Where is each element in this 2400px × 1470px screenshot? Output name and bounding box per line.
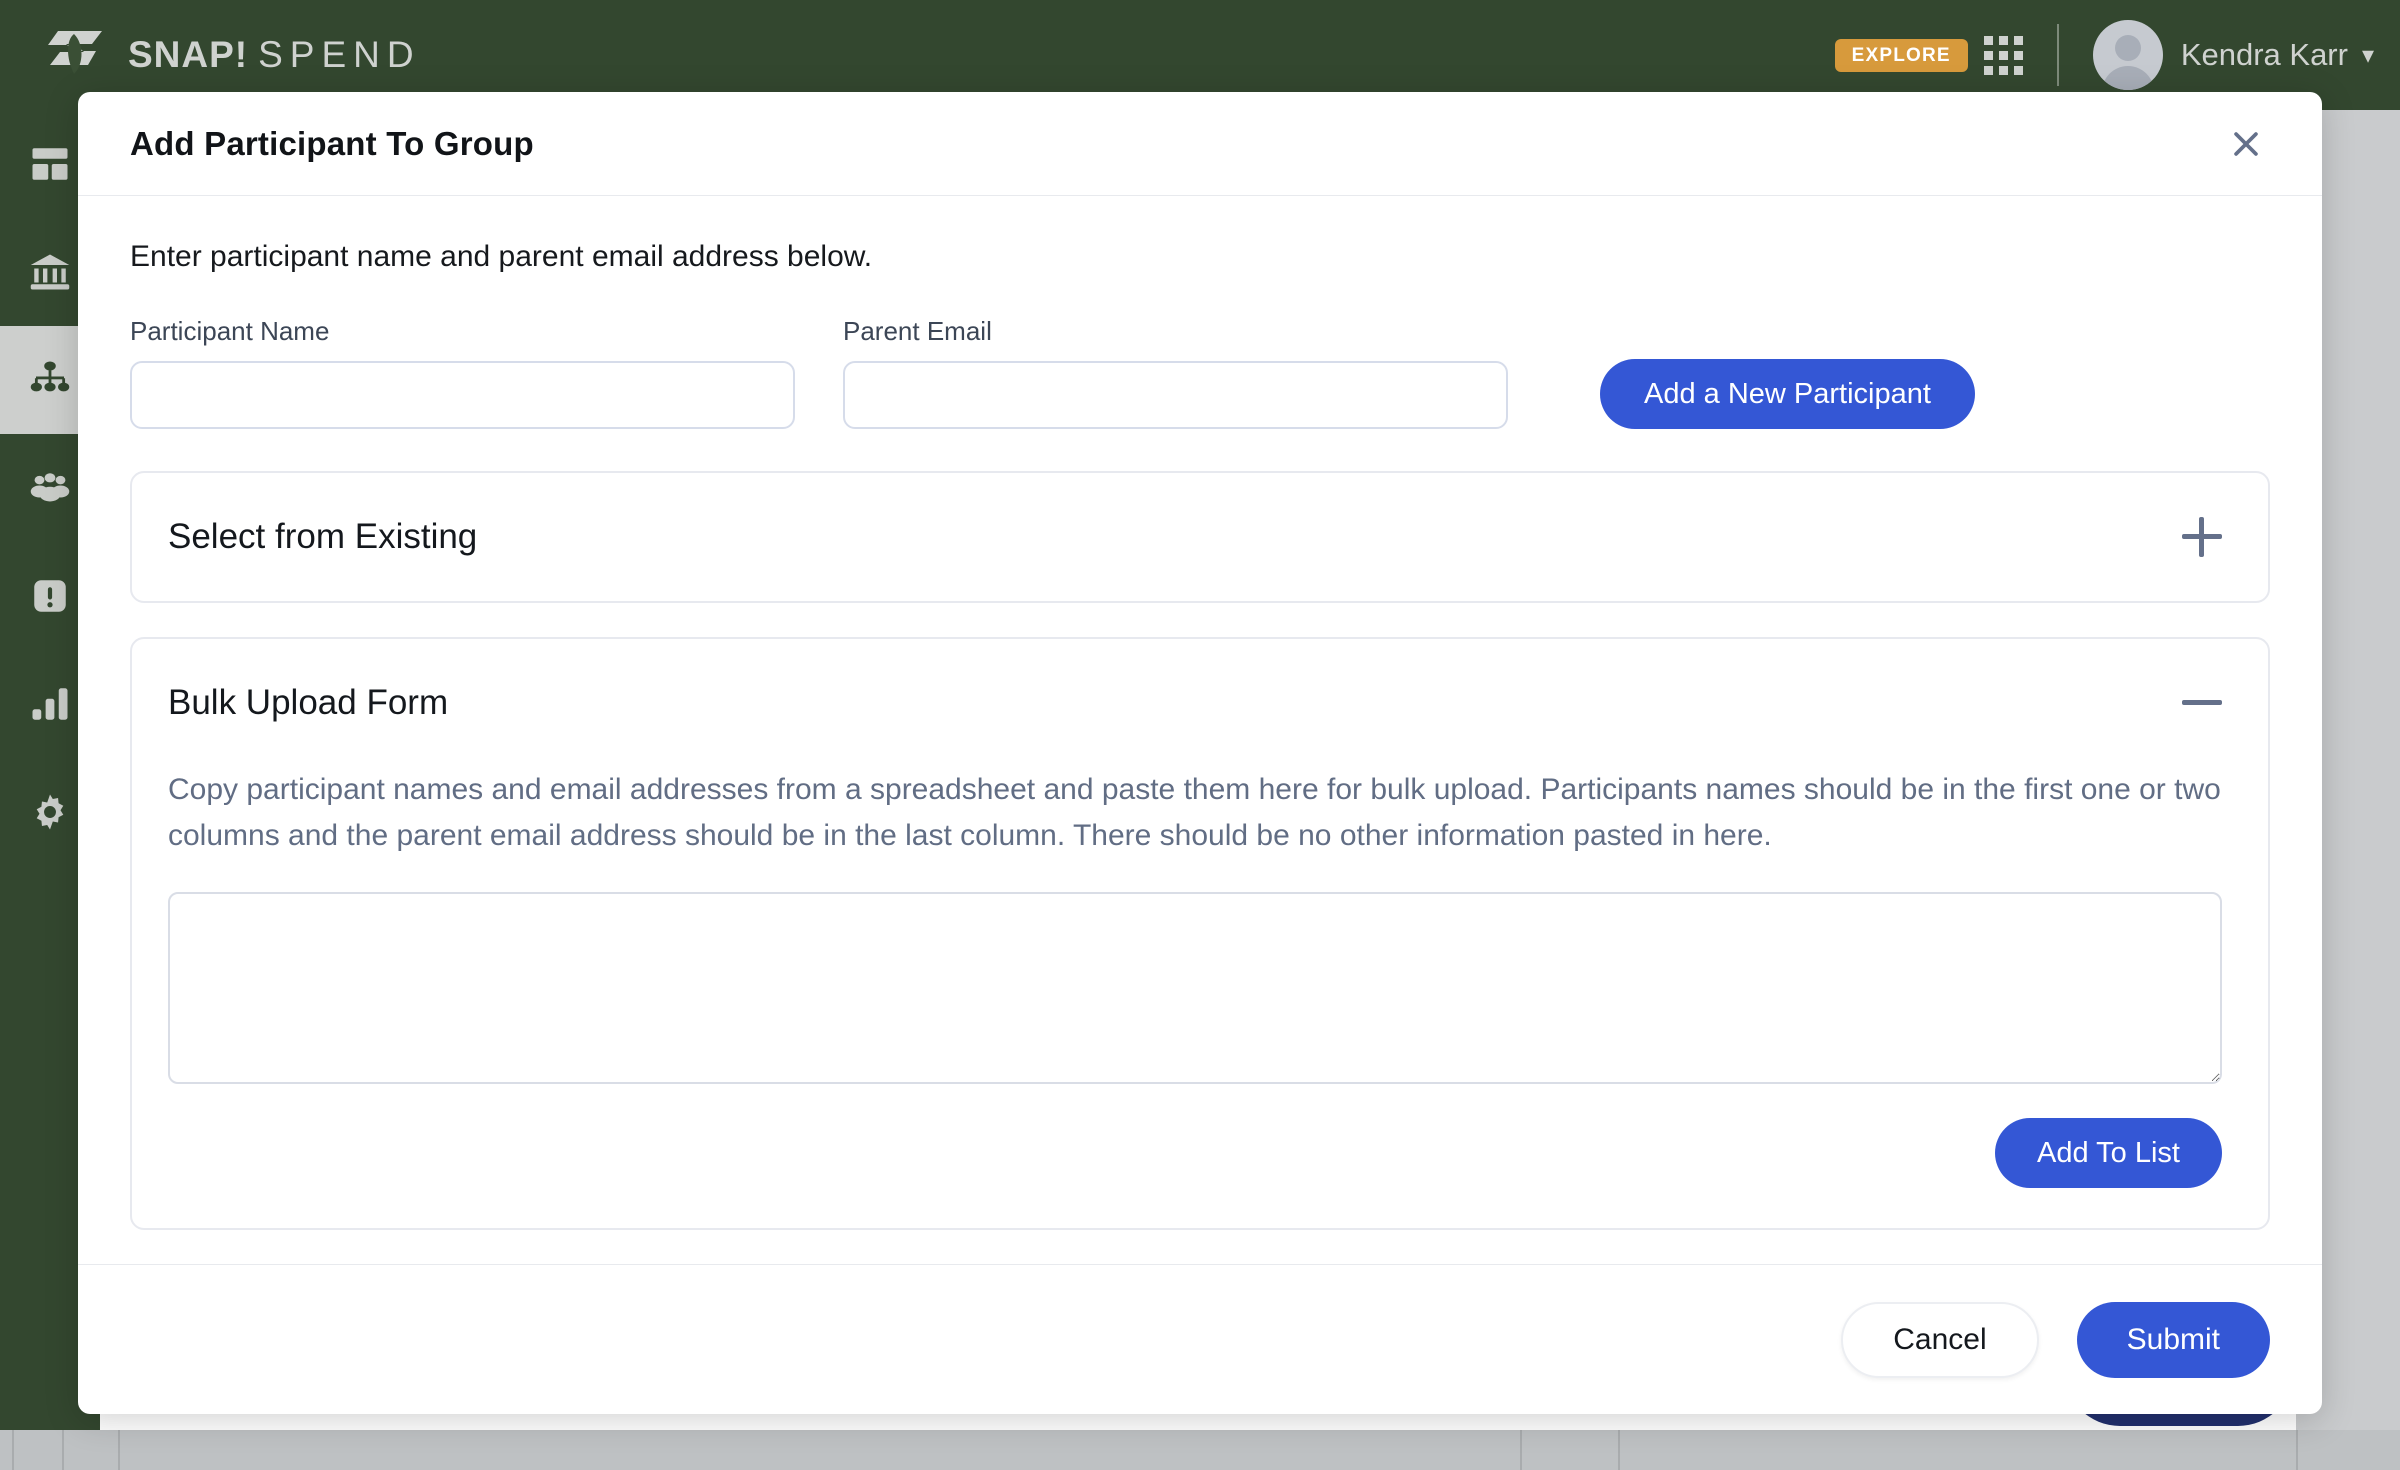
modal-title: Add Participant To Group [130,125,534,163]
bulk-upload-actions: Add To List [168,1118,2222,1188]
parent-email-input[interactable] [843,361,1508,429]
plus-icon[interactable] [2182,517,2222,557]
select-from-existing-panel: Select from Existing [130,471,2270,603]
participant-name-field-group: Participant Name [130,316,795,429]
modal-footer: Cancel Submit [78,1264,2322,1414]
modal-header: Add Participant To Group [78,92,2322,196]
bulk-upload-textarea[interactable] [168,892,2222,1084]
minus-icon[interactable] [2182,683,2222,723]
modal-intro-text: Enter participant name and parent email … [130,240,2270,274]
close-button[interactable] [2216,114,2276,174]
parent-email-label: Parent Email [843,316,1508,347]
add-to-list-button[interactable]: Add To List [1995,1118,2222,1188]
add-participant-modal: Add Participant To Group Enter participa… [78,92,2322,1414]
modal-body: Enter participant name and parent email … [78,196,2322,1264]
close-icon [2229,127,2263,161]
participant-name-label: Participant Name [130,316,795,347]
add-new-participant-button[interactable]: Add a New Participant [1600,359,1975,429]
bulk-upload-description: Copy participant names and email address… [168,767,2222,858]
cancel-button[interactable]: Cancel [1841,1302,2038,1378]
parent-email-field-group: Parent Email [843,316,1508,429]
bulk-upload-title: Bulk Upload Form [168,683,448,723]
bulk-upload-panel: Bulk Upload Form Copy participant names … [130,637,2270,1230]
submit-button[interactable]: Submit [2077,1302,2270,1378]
participant-name-input[interactable] [130,361,795,429]
select-from-existing-header[interactable]: Select from Existing [132,473,2268,601]
bulk-upload-body: Copy participant names and email address… [132,767,2268,1228]
new-participant-form-row: Participant Name Parent Email Add a New … [130,316,2270,429]
select-from-existing-title: Select from Existing [168,517,477,557]
bulk-upload-header[interactable]: Bulk Upload Form [132,639,2268,767]
